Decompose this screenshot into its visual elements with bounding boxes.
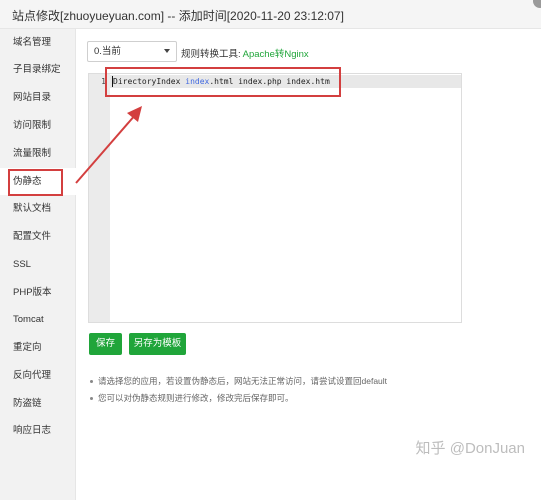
sidebar-item-subdir[interactable]: 子目录绑定	[0, 56, 76, 83]
close-icon[interactable]	[533, 0, 541, 8]
code-rest: .html index.php index.htm	[209, 77, 330, 86]
sidebar-item-config-file[interactable]: 配置文件	[0, 223, 76, 250]
rewrite-template-value: 0.当前	[94, 46, 121, 57]
save-as-template-button[interactable]: 另存为模板	[129, 333, 186, 355]
tip-item: 您可以对伪静态规则进行修改，修改完后保存即可。	[88, 390, 508, 407]
code-keyword: index	[185, 77, 210, 86]
sidebar-item-hotlink[interactable]: 防盗链	[0, 390, 76, 417]
watermark: 知乎 @DonJuan	[415, 440, 525, 457]
rule-tool: 规则转换工具: Apache转Nginx	[181, 46, 309, 60]
tips-list: 请选择您的应用，若设置伪静态后，网站无法正常访问，请尝试设置回default 您…	[88, 373, 508, 407]
sidebar-item-reverse-proxy[interactable]: 反向代理	[0, 362, 76, 389]
window-title: 站点修改[zhuoyueyuan.com] -- 添加时间[2020-11-20…	[12, 9, 344, 23]
sidebar-item-access-limit[interactable]: 访问限制	[0, 112, 76, 139]
rewrite-code-editor[interactable]: 1 DirectoryIndex index.html index.php in…	[88, 73, 462, 323]
sidebar-item-response-log[interactable]: 响应日志	[0, 417, 76, 444]
tip-item: 请选择您的应用，若设置伪静态后，网站无法正常访问，请尝试设置回default	[88, 373, 508, 390]
sidebar-item-domain[interactable]: 域名管理	[0, 29, 76, 56]
rewrite-template-select[interactable]: 0.当前	[87, 41, 177, 62]
save-button[interactable]: 保存	[89, 333, 122, 355]
sidebar-item-tomcat[interactable]: Tomcat	[0, 306, 76, 333]
chevron-down-icon	[164, 49, 170, 53]
sidebar-item-php-version[interactable]: PHP版本	[0, 279, 76, 306]
sidebar-item-rewrite[interactable]: 伪静态	[0, 168, 77, 195]
editor-gutter	[89, 74, 110, 322]
sidebar-item-site-dir[interactable]: 网站目录	[0, 84, 76, 111]
line-number: 1	[101, 77, 106, 86]
sidebar-item-ssl[interactable]: SSL	[0, 251, 76, 278]
sidebar: 域名管理 子目录绑定 网站目录 访问限制 流量限制 伪静态 默认文档 配置文件 …	[0, 29, 77, 500]
code-directive: DirectoryIndex	[113, 77, 186, 86]
sidebar-item-redirect[interactable]: 重定向	[0, 334, 76, 361]
rule-tool-label: 规则转换工具:	[181, 49, 241, 60]
apache-to-nginx-link[interactable]: Apache转Nginx	[243, 49, 309, 60]
window-titlebar: 站点修改[zhuoyueyuan.com] -- 添加时间[2020-11-20…	[0, 0, 541, 29]
code-line[interactable]: DirectoryIndex index.html index.php inde…	[113, 77, 330, 86]
sidebar-item-default-doc[interactable]: 默认文档	[0, 195, 76, 222]
sidebar-item-traffic-limit[interactable]: 流量限制	[0, 140, 76, 167]
